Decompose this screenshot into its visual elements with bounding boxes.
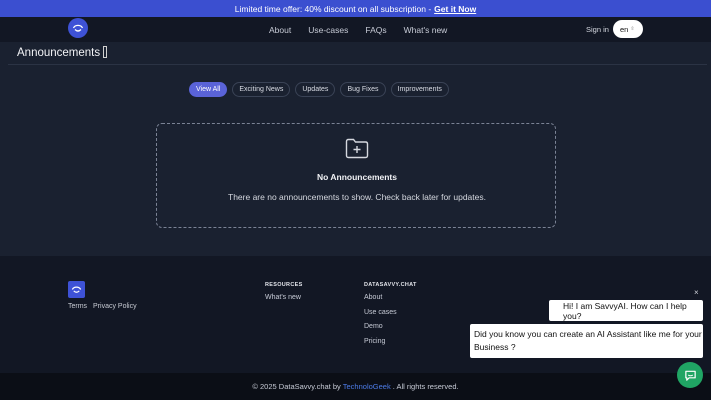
filter-exciting-news[interactable]: Exciting News bbox=[232, 82, 291, 97]
language-select[interactable]: en ⇳ bbox=[613, 20, 643, 38]
filter-view-all[interactable]: View All bbox=[189, 82, 228, 97]
empty-state-message: There are no announcements to show. Chec… bbox=[228, 192, 486, 202]
nav-faqs[interactable]: FAQs bbox=[365, 25, 386, 35]
footer-datasavvy: DATASAVVY.CHAT About Use cases Demo Pric… bbox=[364, 282, 417, 352]
chat-launcher-button[interactable] bbox=[677, 362, 703, 388]
promo-banner: Limited time offer: 40% discount on all … bbox=[0, 0, 711, 17]
copyright-suffix: . All rights reserved. bbox=[392, 382, 459, 391]
logo-icon[interactable] bbox=[68, 18, 88, 38]
footer-pricing-link[interactable]: Pricing bbox=[364, 338, 417, 353]
page-header: Announcements bbox=[0, 42, 711, 64]
top-nav: About Use-cases FAQs What's new Sign in … bbox=[0, 17, 711, 42]
text-cursor-icon bbox=[103, 46, 108, 58]
filter-bug-fixes[interactable]: Bug Fixes bbox=[340, 82, 386, 97]
nav-use-cases[interactable]: Use-cases bbox=[308, 25, 348, 35]
datasavvy-heading: DATASAVVY.CHAT bbox=[364, 282, 417, 288]
resources-heading: RESOURCES bbox=[265, 282, 303, 288]
divider bbox=[8, 64, 707, 65]
footer-legal-links: Terms Privacy Policy bbox=[68, 303, 141, 310]
filter-chips: View All Exciting News Updates Bug Fixes… bbox=[189, 82, 449, 97]
page-title: Announcements bbox=[17, 47, 101, 59]
folder-plus-icon bbox=[345, 138, 369, 159]
privacy-policy-link[interactable]: Privacy Policy bbox=[93, 303, 137, 310]
language-value: en bbox=[620, 24, 629, 34]
sign-in-link[interactable]: Sign in bbox=[586, 25, 609, 34]
empty-state-card: No Announcements There are no announceme… bbox=[156, 123, 556, 228]
chat-greeting-bubble[interactable]: Hi! I am SavvyAI. How can I help you? bbox=[549, 300, 703, 321]
promo-text: Limited time offer: 40% discount on all … bbox=[234, 3, 432, 14]
footer-demo-link[interactable]: Demo bbox=[364, 323, 417, 338]
chat-icon bbox=[684, 370, 696, 381]
get-it-now-link[interactable]: Get it Now bbox=[434, 4, 476, 14]
footer-resources: RESOURCES What's new bbox=[265, 282, 303, 309]
nav-whats-new[interactable]: What's new bbox=[404, 25, 448, 35]
chat-close-icon[interactable]: × bbox=[694, 288, 699, 297]
terms-link[interactable]: Terms bbox=[68, 303, 87, 310]
filter-improvements[interactable]: Improvements bbox=[390, 82, 449, 97]
nav-about[interactable]: About bbox=[269, 25, 291, 35]
footer-logo-icon[interactable] bbox=[68, 281, 85, 298]
footer-whats-new-link[interactable]: What's new bbox=[265, 294, 303, 309]
copyright-bar: © 2025 DataSavvy.chat by TechnoloGeek . … bbox=[0, 373, 711, 400]
filter-updates[interactable]: Updates bbox=[295, 82, 336, 97]
chevron-updown-icon: ⇳ bbox=[630, 26, 635, 32]
footer-use-cases-link[interactable]: Use cases bbox=[364, 309, 417, 324]
chat-message-bubble[interactable]: Did you know you can create an AI Assist… bbox=[470, 324, 703, 358]
empty-state-title: No Announcements bbox=[317, 172, 397, 182]
copyright-prefix: © 2025 DataSavvy.chat by bbox=[252, 382, 341, 391]
technologeek-link[interactable]: TechnoloGeek bbox=[343, 382, 391, 391]
footer-about-link[interactable]: About bbox=[364, 294, 417, 309]
nav-links: About Use-cases FAQs What's new bbox=[269, 17, 447, 42]
